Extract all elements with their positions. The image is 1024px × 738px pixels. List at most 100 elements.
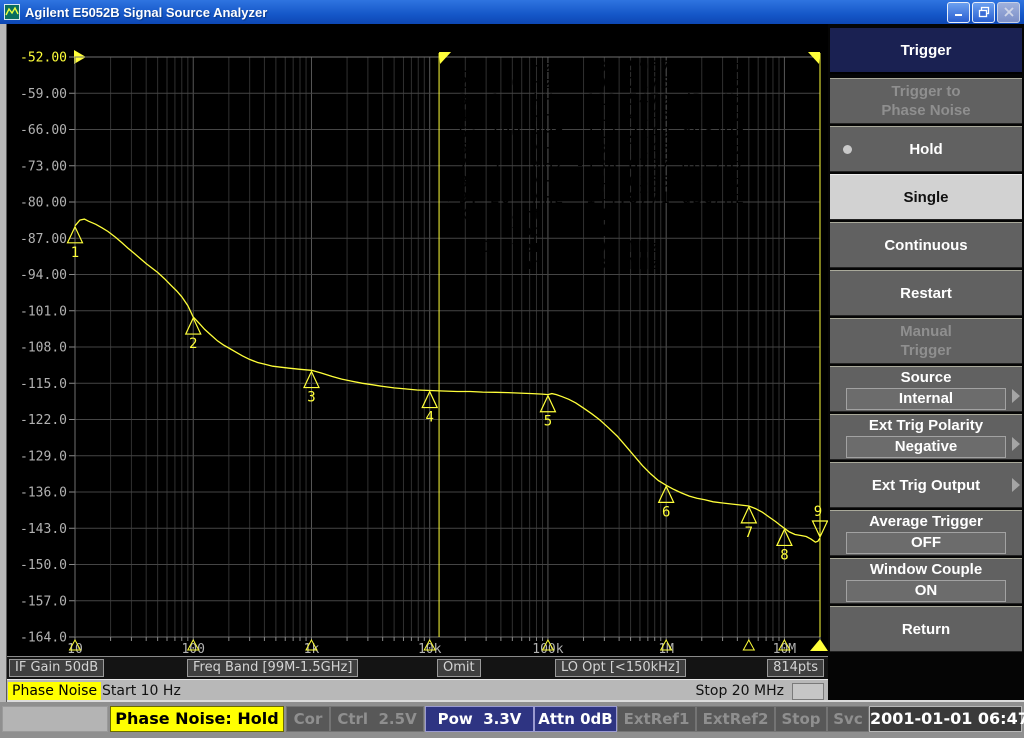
taskbar-ctrl-2-5v: Ctrl 2.5V (330, 706, 424, 732)
marker-number: 3 (307, 390, 315, 406)
trace-header: Phase Noise 7.000dB/ Ref -52.00dBc/Hz [S… (5, 27, 388, 43)
y-axis-label: -66.00 (20, 123, 67, 138)
softkey-ext-trig-polarity[interactable]: Ext Trig PolarityNegative (830, 414, 1022, 460)
softkey-value: Internal (846, 388, 1006, 410)
axis-marker-icon (743, 640, 754, 650)
restore-button[interactable] (972, 2, 995, 23)
softkey-label: Trigger to Phase Noise (881, 82, 970, 120)
selected-bullet-icon (843, 145, 852, 154)
softkey-label: Manual Trigger (900, 322, 952, 360)
marker-number: 9 (814, 504, 822, 520)
y-axis-label: -52.00 (20, 51, 67, 66)
carrier-readout: Carrier 156.249762 MHz -7.2972 dBm (536, 37, 818, 52)
x-axis-label: 100 (181, 642, 204, 656)
submenu-arrow-icon (1012, 478, 1020, 492)
y-axis-label: -150.0 (20, 558, 67, 573)
app-icon (4, 4, 20, 20)
softkey-single[interactable]: Single (830, 174, 1022, 220)
softkey-value: OFF (846, 532, 1006, 554)
axis-marker-active-icon (810, 639, 828, 651)
softkey-source[interactable]: SourceInternal (830, 366, 1022, 412)
window-title: Agilent E5052B Signal Source Analyzer (25, 5, 947, 20)
softkey-label: Single (903, 188, 948, 207)
titlebar[interactable]: Agilent E5052B Signal Source Analyzer (0, 0, 1024, 24)
y-axis-label: -59.00 (20, 87, 67, 102)
softkey-menu: Trigger Trigger to Phase Noise Hold Single… (828, 24, 1024, 702)
marker-number: 5 (544, 414, 552, 430)
close-icon (1003, 6, 1015, 18)
taskbar-svc: Svc (827, 706, 869, 732)
softkey-value: ON (846, 580, 1006, 602)
minimize-icon (953, 6, 965, 18)
trace-scale-label: Phase Noise 7.000dB/ Ref -52.00dBc/Hz [S… (8, 27, 388, 43)
menu-title: Trigger (830, 28, 1022, 74)
status-field-if-gain-50db: IF Gain 50dB (9, 659, 104, 677)
measurement-area: Phase Noise 7.000dB/ Ref -52.00dBc/Hz [S… (0, 24, 828, 702)
softkey-manual-trigger: Manual Trigger (830, 318, 1022, 364)
marker-number: 6 (662, 504, 670, 520)
x-region-flag-icon (808, 52, 820, 64)
y-axis-label: -164.0 (20, 631, 67, 646)
softkey-return[interactable]: Return (830, 606, 1022, 652)
status-field-omit: Omit (437, 659, 481, 677)
softkey-value: Negative (846, 436, 1006, 458)
softkey-label: Ext Trig Polarity (869, 416, 983, 435)
softkey-trigger-to-phase-noise: Trigger to Phase Noise (830, 78, 1022, 124)
marker-table: 1: 10 Hz -84.5967 dBc/Hz 2: 100 Hz -102.… (437, 59, 745, 272)
submenu-arrow-icon (1012, 437, 1020, 451)
marker-number: 2 (189, 336, 197, 352)
sweep-stop-label: Stop 20 MHz (696, 683, 785, 699)
softkey-ext-trig-output[interactable]: Ext Trig Output (830, 462, 1022, 508)
softkey-label: Continuous (884, 236, 967, 255)
taskbar-2001-01-01-06-47[interactable]: 2001-01-01 06:47 (869, 706, 1022, 732)
taskbar-extref2: ExtRef2 (696, 706, 775, 732)
status-field-freq-band-99m-1-5ghz: Freq Band [99M-1.5GHz] (187, 659, 358, 677)
y-axis-label: -143.0 (20, 522, 67, 537)
instrument-status-bar: Phase Noise: HoldCorCtrl 2.5VPow 3.3VAtt… (0, 700, 1024, 738)
status-field-lo-opt-150khz: LO Opt [<150kHz] (555, 659, 686, 677)
y-axis-label: -157.0 (20, 594, 67, 609)
softkey-hold[interactable]: Hold (830, 126, 1022, 172)
app-window: Agilent E5052B Signal Source Analyzer Ph… (0, 0, 1024, 738)
x-axis-label: 100k (532, 642, 563, 656)
taskbar-stop: Stop (775, 706, 827, 732)
taskbar-pow-3-3v[interactable]: Pow 3.3V (425, 706, 534, 732)
restore-icon (978, 6, 990, 18)
x-axis-label: 10M (773, 642, 797, 656)
mode-chip[interactable]: Phase Noise (8, 682, 101, 701)
y-axis-label: -129.0 (20, 449, 67, 464)
y-axis-label: -136.0 (20, 486, 67, 501)
y-axis-label: -80.00 (20, 196, 67, 211)
y-axis-label: -87.00 (20, 232, 67, 247)
marker-number: 7 (745, 525, 753, 541)
x-axis-label: 10k (418, 642, 442, 656)
softkey-label: Ext Trig Output (872, 476, 980, 495)
left-edge-strip (0, 24, 7, 702)
softkey-label: Source (901, 368, 952, 387)
y-axis-label: -115.0 (20, 377, 67, 392)
y-axis-label: -108.0 (20, 341, 67, 356)
marker-number: 4 (425, 410, 433, 426)
marker-number: 1 (71, 245, 79, 261)
taskbar-blank-box (2, 706, 108, 732)
taskbar-attn-0db[interactable]: Attn 0dB (534, 706, 617, 732)
softkey-restart[interactable]: Restart (830, 270, 1022, 316)
softkey-label: Hold (909, 140, 942, 159)
taskbar-extref1: ExtRef1 (617, 706, 696, 732)
submenu-arrow-icon (1012, 389, 1020, 403)
softkey-label: Average Trigger (869, 512, 983, 531)
status-field-814pts: 814pts (767, 659, 824, 677)
close-button[interactable] (997, 2, 1020, 23)
y-axis-label: -122.0 (20, 413, 67, 428)
softkey-continuous[interactable]: Continuous (830, 222, 1022, 268)
y-axis-label: -94.00 (20, 268, 67, 283)
taskbar-phase-noise-hold[interactable]: Phase Noise: Hold (110, 706, 284, 732)
marker-number: 8 (780, 547, 788, 563)
softkey-window-couple[interactable]: Window CoupleON (830, 558, 1022, 604)
taskbar-cor: Cor (286, 706, 330, 732)
softkey-average-trigger[interactable]: Average TriggerOFF (830, 510, 1022, 556)
softkey-label: Return (902, 620, 950, 639)
softkey-label: Window Couple (870, 560, 982, 579)
softkey-label: Restart (900, 284, 952, 303)
minimize-button[interactable] (947, 2, 970, 23)
